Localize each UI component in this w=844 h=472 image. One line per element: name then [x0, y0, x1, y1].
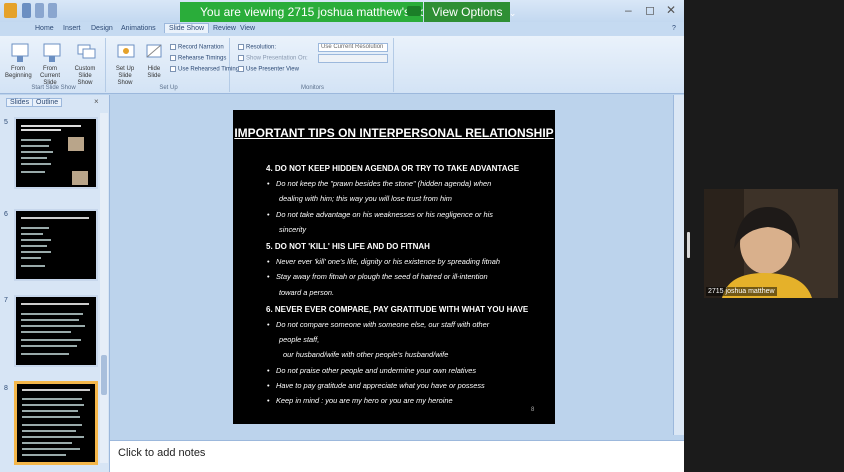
- help-icon[interactable]: ?: [672, 25, 676, 32]
- view-options-button[interactable]: View Options ⌄: [424, 2, 516, 22]
- shared-screen: – ◻ ✕ You are viewing 2715 joshua matthe…: [0, 0, 684, 472]
- group-set-up: Set Up Slide Show Hide Slide Record Narr…: [108, 38, 242, 92]
- from-current-slide-label[interactable]: From Current Slide: [37, 66, 63, 87]
- group-monitors: Resolution: Use Current Resolution Show …: [232, 38, 394, 92]
- minimize-icon[interactable]: –: [625, 3, 632, 17]
- tab-design[interactable]: Design: [91, 25, 113, 32]
- rehearse-timings-label: Rehearse Timings: [178, 55, 227, 62]
- tab-view[interactable]: View: [240, 25, 255, 32]
- tab-insert[interactable]: Insert: [63, 25, 81, 32]
- slide-bullet: Do not take advantage on his weaknesses …: [267, 210, 493, 219]
- scrollbar-thumb[interactable]: [101, 355, 107, 395]
- use-presenter-view-item[interactable]: Use Presenter View: [238, 66, 299, 73]
- slide-bullet: toward a person.: [279, 287, 335, 297]
- rehearse-timings-item[interactable]: Rehearse Timings: [170, 55, 226, 62]
- close-icon[interactable]: ×: [94, 97, 99, 106]
- custom-slide-show-label[interactable]: Custom Slide Show: [72, 66, 98, 87]
- hide-slide-icon[interactable]: [144, 42, 164, 64]
- slides-pane: Slides Outline × 5 6 7 8: [0, 95, 110, 472]
- slide-bullet: Stay away from fitnah or plough the seed…: [267, 272, 488, 281]
- slide-bullet: people staff,: [279, 335, 320, 345]
- show-presentation-on-item: Show Presentation On:: [238, 55, 308, 62]
- maximize-icon[interactable]: ◻: [645, 3, 655, 17]
- slide-title: IMPORTANT TIPS ON INTERPERSONAL RELATION…: [234, 126, 554, 140]
- monitor-icon: [238, 44, 244, 50]
- slide-bullet: sincerity: [279, 224, 307, 234]
- show-presentation-on-select[interactable]: [318, 54, 388, 63]
- screen-share-banner: You are viewing 2715 joshua matthew's sc…: [180, 2, 423, 22]
- hide-slide-label[interactable]: Hide Slide: [141, 66, 167, 80]
- vertical-scrollbar[interactable]: [673, 95, 684, 435]
- tab-review[interactable]: Review: [213, 25, 236, 32]
- slide-bullet: Do not praise other people and undermine…: [267, 366, 476, 375]
- mic-icon: [170, 44, 176, 50]
- ribbon-tabs: Home Insert Design Animations Slide Show…: [0, 22, 684, 36]
- slide-thumbnail[interactable]: [14, 117, 98, 189]
- office-button-icon[interactable]: [4, 3, 17, 18]
- slide-heading: 5. DO NOT 'KILL' HIS LIFE AND DO FITNAH: [266, 242, 430, 251]
- display-icon: [238, 55, 244, 61]
- save-icon[interactable]: [22, 3, 31, 18]
- undo-icon[interactable]: [35, 3, 44, 18]
- group-label: Start Slide Show: [31, 85, 76, 91]
- tab-home[interactable]: Home: [35, 25, 54, 32]
- slide-number: 8: [4, 385, 8, 392]
- slide-thumbnail[interactable]: [14, 295, 98, 367]
- participant-avatar: [704, 189, 838, 298]
- clock-icon: [170, 55, 176, 61]
- slide-bullet: Do not keep the "prawn besides the stone…: [267, 179, 491, 188]
- from-beginning-label[interactable]: From Beginning: [5, 66, 32, 80]
- checkbox-icon: [170, 66, 176, 72]
- panel-resize-handle[interactable]: [687, 232, 690, 258]
- group-label: Monitors: [300, 85, 324, 91]
- from-beginning-icon[interactable]: [10, 42, 30, 64]
- slide-number: 7: [4, 297, 8, 304]
- show-presentation-on-label: Show Presentation On:: [246, 55, 308, 62]
- tab-slides[interactable]: Slides: [6, 98, 34, 107]
- tab-slide-show[interactable]: Slide Show: [164, 23, 210, 33]
- record-narration-label: Record Narration: [178, 44, 224, 51]
- slide-bullet: dealing with him; this way you will lose…: [279, 194, 452, 204]
- slide-canvas[interactable]: IMPORTANT TIPS ON INTERPERSONAL RELATION…: [233, 110, 555, 424]
- ribbon: From Beginning From Current Slide Custom…: [0, 36, 684, 94]
- tab-animations[interactable]: Animations: [121, 25, 156, 32]
- chevron-down-icon: ⌄: [508, 8, 517, 18]
- slide-bullet: Never ever 'kill' one's life, dignity or…: [267, 257, 500, 266]
- group-label: Set Up: [159, 85, 178, 91]
- slide-bullet: our husband/wife with other people's hus…: [283, 350, 449, 360]
- checkbox-icon: [238, 66, 244, 72]
- slide-number: 8: [531, 407, 535, 413]
- slide-number: 6: [4, 211, 8, 218]
- slide-thumbnail-selected[interactable]: [14, 381, 98, 465]
- set-up-slide-show-label[interactable]: Set Up Slide Show: [112, 66, 138, 87]
- slide-heading: 4. DO NOT KEEP HIDDEN AGENDA OR TRY TO T…: [266, 164, 520, 173]
- slide-bullet: Have to pay gratitude and appreciate wha…: [267, 381, 485, 390]
- record-narration-item[interactable]: Record Narration: [170, 44, 224, 51]
- slide-bullet: Do not compare someone with someone else…: [267, 320, 489, 329]
- slide-heading: 6. NEVER EVER COMPARE, PAY GRATITUDE WIT…: [266, 304, 529, 314]
- close-icon[interactable]: ✕: [666, 3, 676, 17]
- custom-slide-show-icon[interactable]: [77, 42, 97, 64]
- notes-pane[interactable]: Click to add notes: [110, 440, 684, 472]
- participant-name: 2715 joshua matthew: [706, 287, 777, 296]
- banner-text: You are viewing 2715 joshua matthew's sc…: [200, 5, 423, 19]
- slide-number: 5: [4, 119, 8, 126]
- participant-video[interactable]: 2715 joshua matthew: [704, 189, 838, 298]
- redo-icon[interactable]: [48, 3, 57, 18]
- resolution-item: Resolution:: [238, 44, 276, 51]
- resolution-label: Resolution:: [246, 44, 277, 51]
- banner-badge: [407, 6, 421, 16]
- slide-thumbnail[interactable]: [14, 209, 98, 281]
- view-options-label: View Options: [432, 5, 503, 19]
- slides-pane-scrollbar[interactable]: [100, 113, 108, 463]
- from-current-slide-icon[interactable]: [42, 42, 62, 64]
- resolution-select[interactable]: Use Current Resolution: [318, 43, 388, 52]
- tab-outline[interactable]: Outline: [32, 98, 63, 107]
- group-start-slide-show: From Beginning From Current Slide Custom…: [2, 38, 106, 92]
- notes-placeholder[interactable]: Click to add notes: [118, 447, 205, 459]
- use-presenter-view-label: Use Presenter View: [246, 66, 299, 73]
- set-up-slide-show-icon[interactable]: [116, 42, 136, 64]
- slide-bullet: Keep in mind : you are my hero or you ar…: [267, 396, 453, 405]
